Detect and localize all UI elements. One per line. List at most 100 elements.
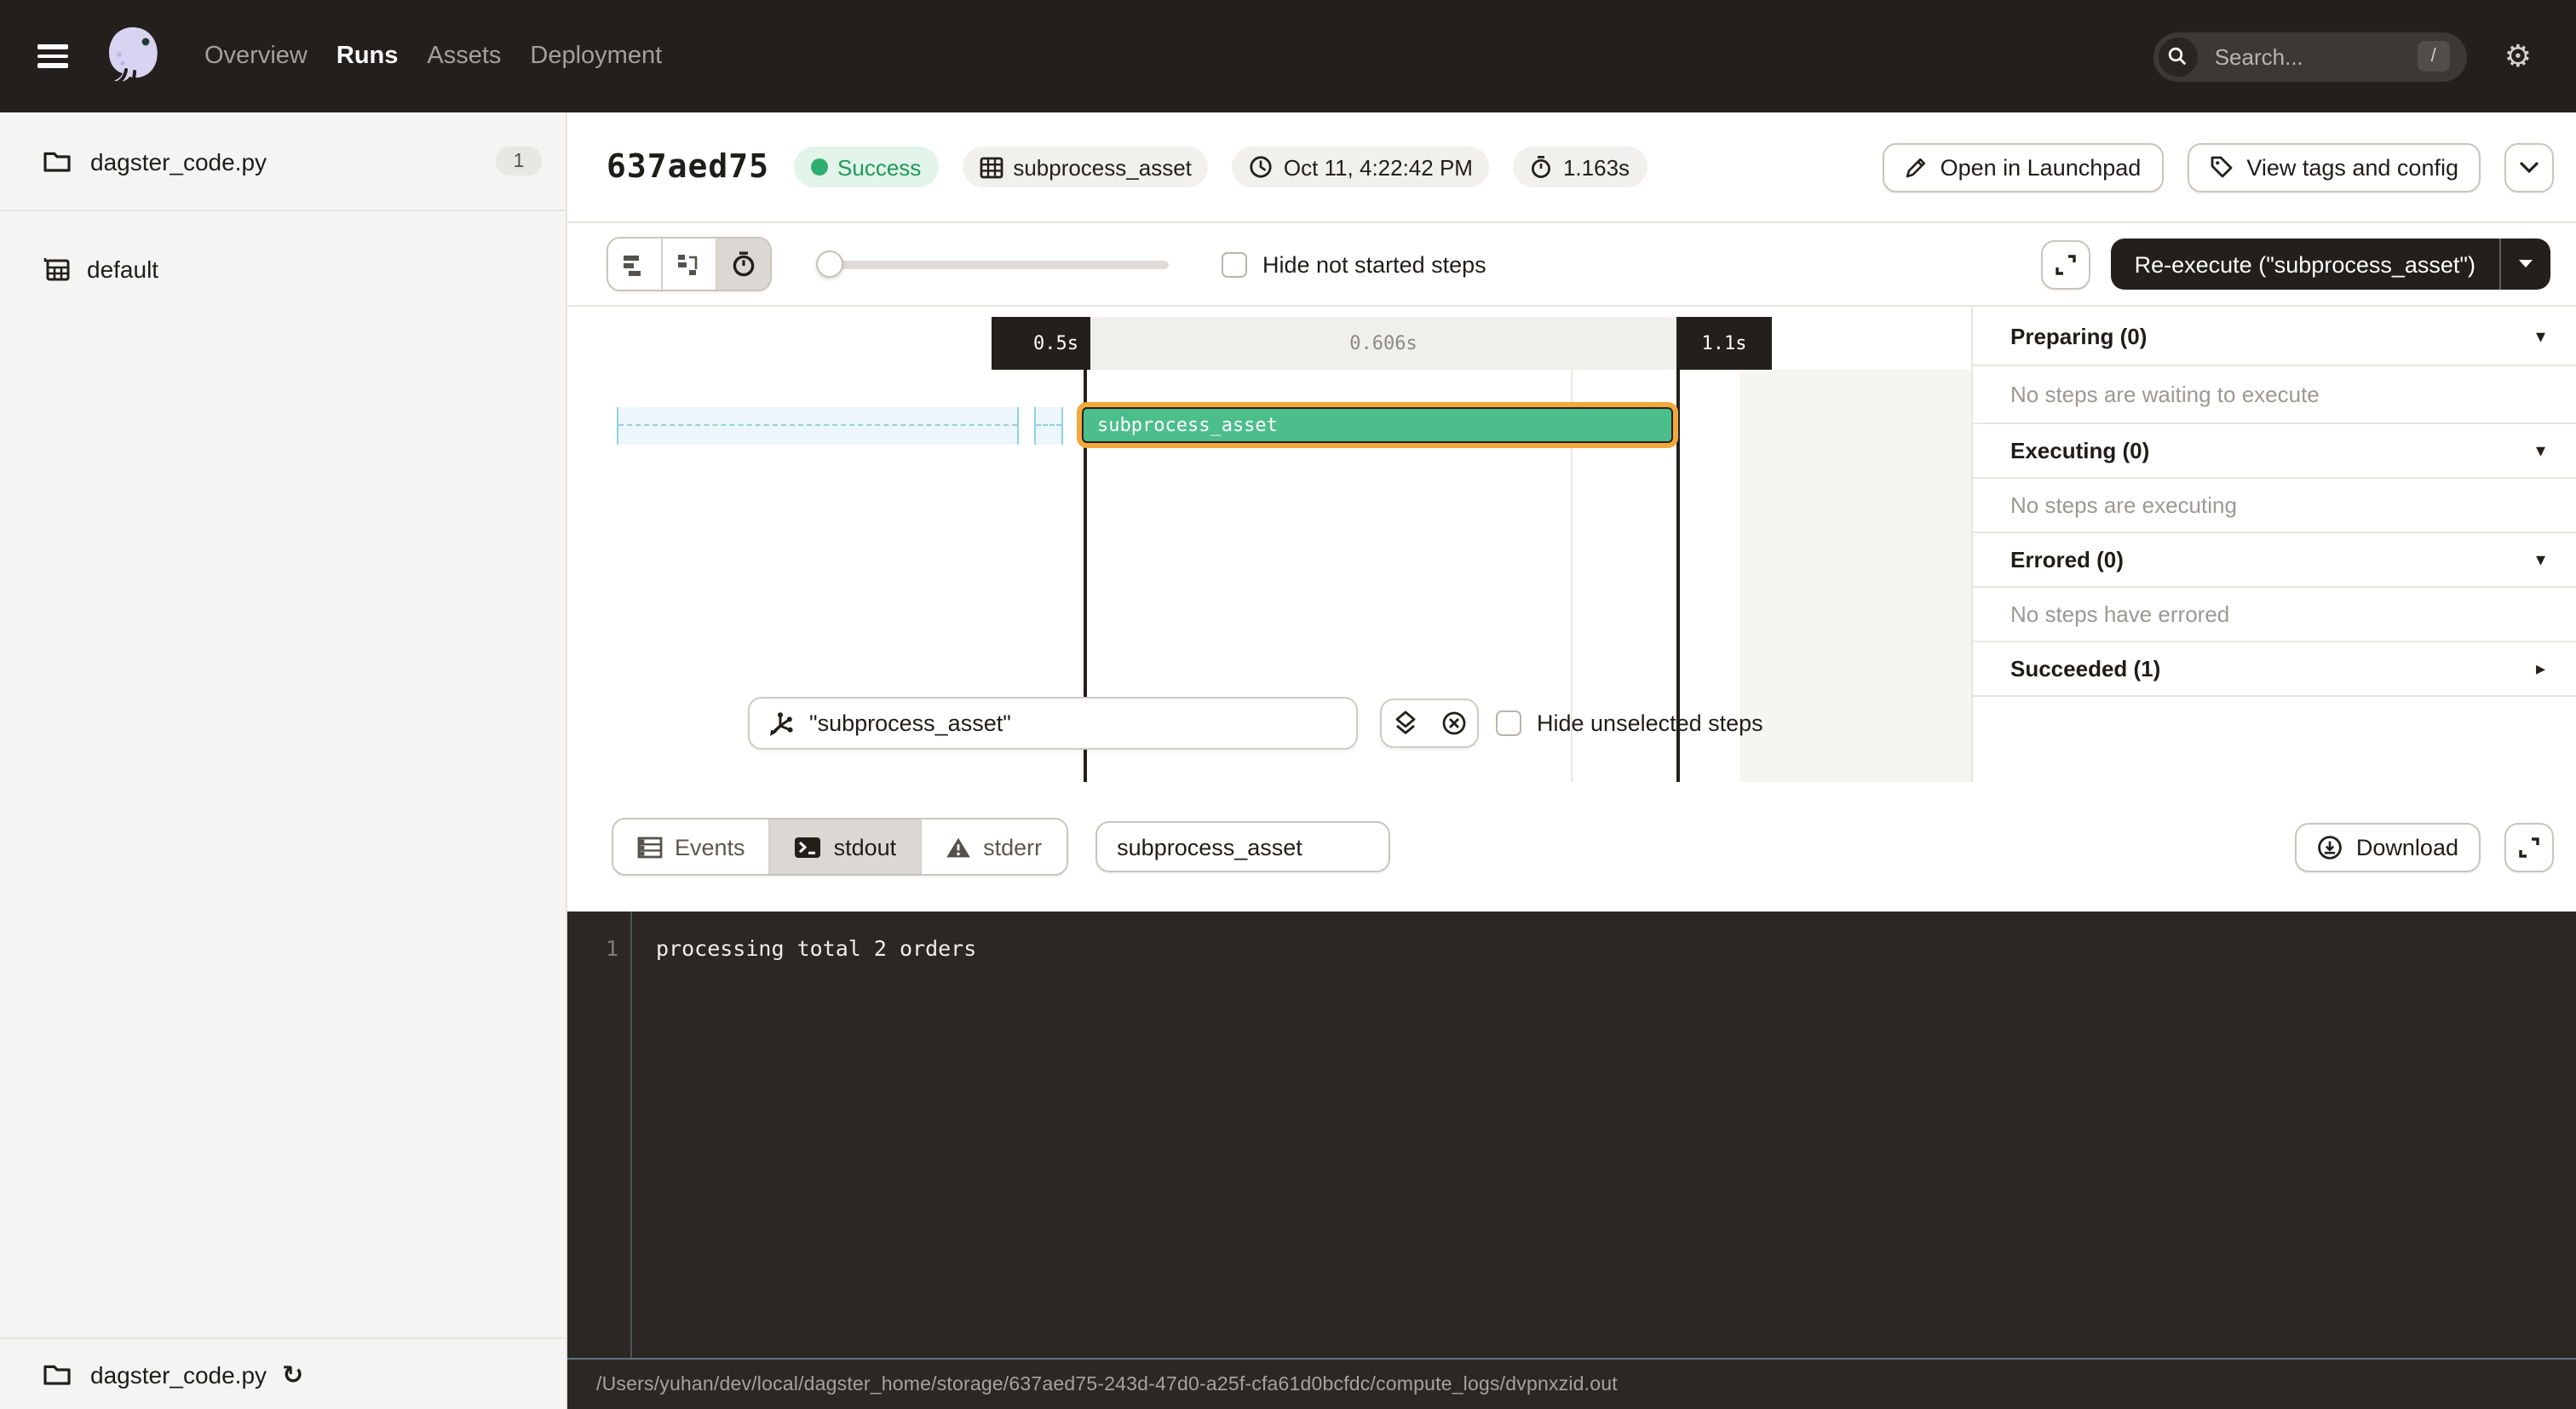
zoom-slider[interactable] [816,250,1169,278]
reload-icon[interactable]: ↻ [282,1359,303,1389]
view-tags-config-button[interactable]: View tags and config [2187,142,2481,192]
repo-name: dagster_code.py [90,147,267,175]
view-mode-flat-icon[interactable] [608,239,661,290]
section-executing[interactable]: Executing (0) ▾ [1973,424,2576,479]
tab-events[interactable]: Events [613,820,769,874]
gantt-toolbar: Hide not started steps Re-execute ("subp… [567,223,2576,307]
folder-icon [43,1361,72,1387]
timeline-start-label: 0.5s [992,317,1090,370]
hamburger-icon[interactable] [37,44,68,68]
open-in-launchpad-button[interactable]: Open in Launchpad [1883,142,2164,192]
hide-unselected-label: Hide unselected steps [1537,710,1763,736]
job-icon [43,256,70,281]
tab-stderr[interactable]: stderr [920,820,1066,874]
chevron-down-icon [2520,161,2539,173]
footer-repo-name: dagster_code.py [90,1360,267,1388]
reexecute-button[interactable]: Re-execute ("subprocess_asset") [2111,239,2550,290]
graph-query-toggle-icon[interactable] [1382,700,1429,746]
hide-unselected-group: Hide unselected steps [1496,710,1763,736]
gantt-chart[interactable]: 0.5s 0.606s 1.1s subprocess_asset [567,307,1971,782]
stopwatch-icon [1531,155,1553,179]
steps-status-panel: Preparing (0) ▾ No steps are waiting to … [1971,307,2576,782]
errored-empty-text: No steps have errored [1973,588,2576,642]
log-line: 1 processing total 2 orders [567,934,2576,964]
tag-icon [2209,155,2233,179]
nav-assets[interactable]: Assets [427,43,501,70]
events-table-icon [637,836,663,858]
caret-right-icon: ▸ [2536,658,2545,680]
log-tabset: Events stdout [612,818,1067,876]
log-line-text: processing total 2 orders [656,934,976,964]
job-name: default [87,255,158,282]
terminal-icon [795,836,822,858]
zoom-slider-thumb[interactable] [816,250,843,278]
section-succeeded[interactable]: Succeeded (1) ▸ [1973,642,2576,697]
caret-down-icon: ▾ [2536,325,2545,347]
folder-icon [43,148,72,174]
grid-icon [979,156,1003,178]
gantt-step-bar[interactable]: subprocess_asset [1077,402,1678,448]
global-search[interactable]: / [2153,32,2467,81]
stdout-log-view[interactable]: 1 processing total 2 orders [567,912,2576,1358]
hide-not-started-checkbox[interactable] [1222,251,1247,277]
view-mode-timing-icon[interactable] [716,239,770,290]
sidebar-repo[interactable]: dagster_code.py 1 [0,112,566,211]
gear-icon[interactable]: ⚙ [2504,41,2532,72]
search-icon [2159,37,2198,76]
status-dot [810,158,827,175]
executing-empty-text: No steps are executing [1973,479,2576,533]
hide-unselected-checkbox[interactable] [1496,710,1521,736]
sidebar: dagster_code.py 1 default dagster_code.p… [0,112,567,1409]
search-shortcut-badge: / [2418,41,2450,72]
asset-tag[interactable]: subprocess_asset [962,147,1209,187]
log-fullscreen-button[interactable] [2504,822,2554,871]
hide-not-started-label: Hide not started steps [1262,251,1486,277]
expand-icon [2518,836,2540,858]
log-footer: /Users/yuhan/dev/local/dagster_home/stor… [567,1358,2576,1409]
waiting-span-short [1034,407,1063,445]
caret-down-icon: ▾ [2536,440,2545,462]
gantt-after-run-shade [1739,370,1971,782]
step-selector-input-wrap [748,697,1358,750]
nav-runs[interactable]: Runs [336,43,399,70]
log-toolbar: Events stdout [567,782,2576,912]
gantt-fullscreen-button[interactable] [2041,239,2090,289]
clock-icon [1250,155,1274,179]
hide-not-started-group: Hide not started steps [1222,251,1486,277]
nav-deployment[interactable]: Deployment [530,43,662,70]
duration-chip: 1.163s [1514,147,1647,187]
zoom-slider-track[interactable] [816,260,1169,268]
section-errored[interactable]: Errored (0) ▾ [1973,533,2576,588]
view-mode-waterfall-icon[interactable] [661,239,716,290]
caret-down-icon: ▾ [2536,549,2545,571]
download-button[interactable]: Download [2295,822,2481,871]
status-badge: Success [793,147,938,187]
reexecute-menu-caret[interactable] [2499,239,2550,290]
tab-stdout[interactable]: stdout [769,820,921,874]
repo-count-badge: 1 [496,147,542,175]
log-gutter-divider [630,912,632,1358]
download-icon [2317,834,2343,860]
timeline-end-label: 1.1s [1676,317,1772,370]
filter-buttons [1380,699,1479,748]
view-mode-segmented-control [607,237,772,291]
log-step-select[interactable]: subprocess_asset [1095,821,1389,872]
clear-filter-icon[interactable] [1429,700,1477,746]
nav-overview[interactable]: Overview [204,43,308,70]
section-preparing[interactable]: Preparing (0) ▾ [1973,307,2576,366]
dagster-logo[interactable] [102,24,164,89]
op-selector-icon [767,710,794,737]
caret-down-icon [2518,259,2533,269]
run-header: 637aed75 Success subprocess_asset [567,112,2576,223]
sidebar-footer: dagster_code.py ↻ [0,1337,566,1409]
run-actions-menu-button[interactable] [2504,142,2554,192]
warning-icon [946,836,971,858]
gantt-step-bar-label: subprocess_asset [1082,407,1673,443]
sidebar-item-default[interactable]: default [0,240,566,296]
primary-nav: Overview Runs Assets Deployment [204,43,662,70]
preparing-empty-text: No steps are waiting to execute [1973,366,2576,424]
timestamp-chip[interactable]: Oct 11, 4:22:42 PM [1233,147,1490,187]
step-selector-input[interactable] [806,709,1339,738]
step-filter-row: Hide unselected steps [748,697,1763,750]
run-id: 637aed75 [607,148,769,186]
